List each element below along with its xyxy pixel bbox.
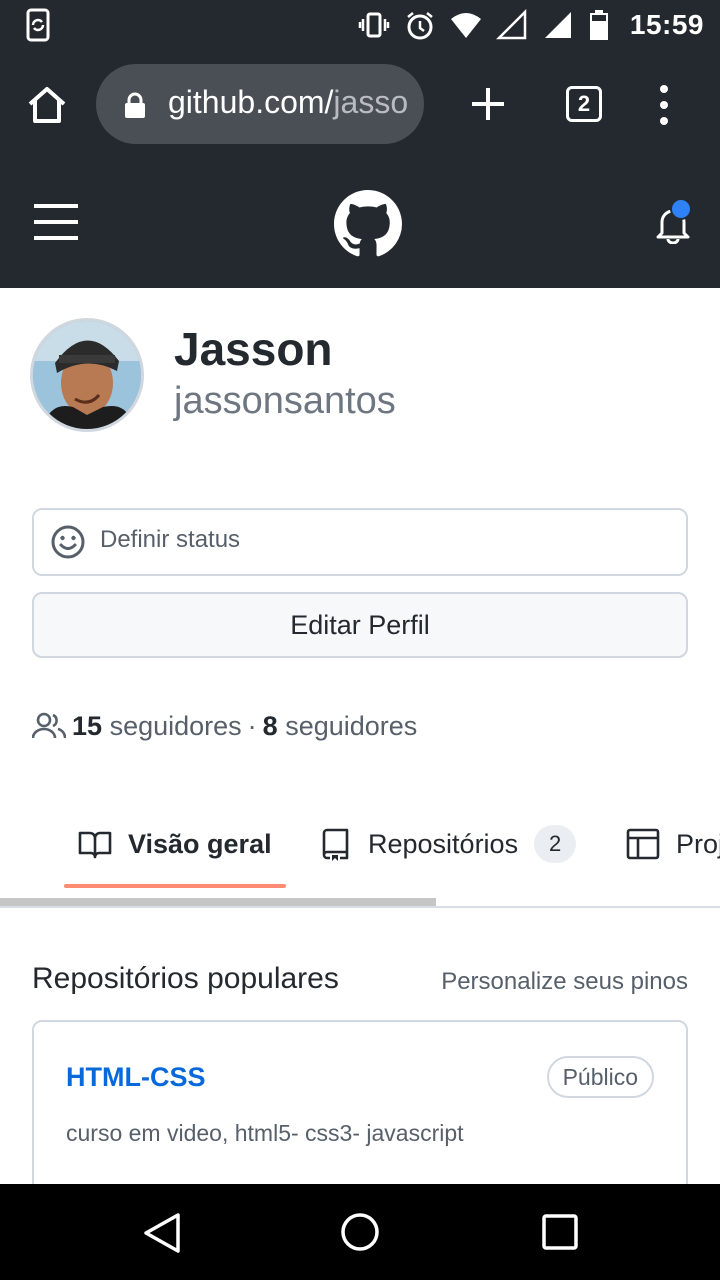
vibrate-icon — [358, 12, 390, 38]
visibility-badge: Público — [546, 1056, 654, 1098]
alarm-icon — [407, 12, 433, 40]
profile-tabs: Visão geral Repositórios 2 Proj — [0, 800, 720, 910]
repo-icon — [322, 828, 349, 861]
hamburger-menu-icon[interactable] — [34, 202, 78, 242]
url-path: jasso — [333, 84, 408, 120]
tab-overview-label: Visão geral — [128, 828, 272, 859]
tab-projects[interactable]: Proj — [626, 822, 720, 866]
separator: · — [247, 710, 257, 741]
home-nav-icon[interactable] — [340, 1212, 380, 1252]
tabs-scrollbar[interactable] — [0, 898, 436, 906]
home-icon[interactable] — [26, 84, 68, 126]
browser-toolbar: github.com/jasso 2 — [0, 50, 720, 162]
following-count[interactable]: 8 — [263, 711, 278, 742]
url-text[interactable]: github.com/jasso — [168, 84, 408, 121]
smiley-icon — [51, 525, 85, 559]
tab-projects-label: Proj — [676, 828, 720, 859]
signal-icon — [544, 12, 571, 38]
tabs-divider — [0, 906, 720, 908]
more-vert-icon[interactable] — [654, 84, 674, 126]
signal-empty-icon — [495, 9, 527, 40]
repo-description: curso em video, html5- css3- javascript — [66, 1120, 464, 1146]
tab-overview[interactable]: Visão geral — [78, 822, 272, 866]
book-icon — [78, 831, 112, 859]
selected-tab-indicator — [64, 884, 286, 888]
battery-icon — [589, 10, 608, 40]
clock: 15:59 — [629, 9, 704, 40]
system-nav-bar — [0, 1184, 720, 1280]
status-bar: 15:59 — [0, 0, 720, 50]
repositories-counter: 2 — [534, 825, 577, 863]
notification-indicator — [670, 198, 692, 220]
tab-repositories[interactable]: Repositórios 2 — [318, 822, 577, 866]
popular-repos-title: Repositórios populares — [32, 962, 339, 995]
follow-stats: 15 seguidores · 8 seguidores — [32, 708, 417, 744]
following-label[interactable]: seguidores — [285, 711, 417, 742]
followers-label[interactable]: seguidores — [110, 711, 242, 742]
profile-name: Jasson — [174, 323, 333, 375]
edit-profile-button[interactable]: Editar Perfil — [32, 592, 688, 658]
url-host: github.com/ — [168, 84, 334, 120]
github-header — [0, 162, 720, 288]
back-icon[interactable] — [142, 1212, 182, 1254]
tab-switcher-button[interactable]: 2 — [566, 86, 602, 122]
set-status-label: Definir status — [100, 526, 241, 553]
phone-sync-icon — [26, 8, 50, 42]
wifi-icon — [450, 13, 481, 38]
followers-count[interactable]: 15 — [72, 711, 102, 742]
address-bar[interactable]: github.com/jasso — [96, 64, 424, 144]
repo-name-link[interactable]: HTML-CSS — [66, 1062, 205, 1093]
people-icon — [32, 712, 66, 739]
tab-repositories-label: Repositórios — [368, 828, 519, 859]
profile-login: jassonsantos — [174, 380, 396, 422]
avatar[interactable] — [30, 318, 144, 432]
new-tab-icon[interactable] — [468, 84, 508, 124]
customize-pins-link[interactable]: Personalize seus pinos — [441, 968, 688, 996]
table-icon — [626, 828, 660, 860]
avatar-image — [33, 321, 141, 429]
recent-apps-icon[interactable] — [542, 1214, 578, 1250]
set-status-button[interactable]: Definir status — [32, 508, 688, 576]
status-icons: 15:59 — [358, 0, 704, 50]
github-logo-icon[interactable] — [334, 190, 402, 258]
lock-icon — [125, 92, 145, 118]
